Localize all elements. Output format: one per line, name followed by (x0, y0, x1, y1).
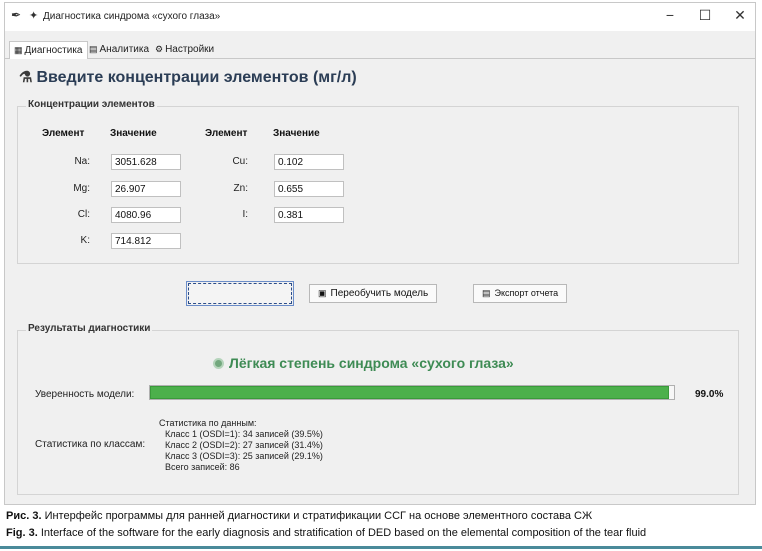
label-zn: Zn: (233, 183, 248, 194)
gear-icon: ⚙ (155, 44, 164, 54)
figure-caption-en: Fig. 3. Interface of the software for th… (6, 527, 646, 539)
grid-icon: ▦ (14, 45, 23, 55)
caption-ru-text: Интерфейс программы для ранней диагности… (41, 510, 593, 522)
caption-ru-prefix: Рис. 3. (6, 510, 42, 522)
confidence-value: 99.0% (695, 389, 724, 400)
tab-label: Настройки (165, 44, 215, 55)
page-title-text: Введите концентрации элементов (мг/л) (36, 69, 357, 86)
status-dot-icon (213, 358, 224, 369)
label-cu: Cu: (232, 156, 248, 167)
caption-en-text: Interface of the software for the early … (37, 527, 647, 539)
page-title: ⚗ Введите концентрации элементов (мг/л) (19, 68, 357, 87)
class-stats-text: Статистика по данным: Класс 1 (OSDI=1): … (159, 418, 323, 473)
k-input[interactable] (111, 233, 181, 249)
column-header-value-2: Значение (273, 128, 320, 139)
minimize-button[interactable]: − (660, 7, 680, 23)
export-report-button[interactable]: ▤ Экспорт отчета (473, 284, 568, 303)
chart-icon: ▤ (89, 44, 98, 54)
diagnostics-panel: ⚗ Введите концентрации элементов (мг/л) К… (5, 59, 755, 504)
maximize-button[interactable]: ☐ (695, 7, 715, 24)
tab-label: Диагностика (24, 45, 83, 56)
cu-input[interactable] (274, 154, 344, 170)
sparkle-icon: ✦ (29, 10, 39, 22)
stats-header: Статистика по данным: (159, 418, 257, 428)
flask-icon: ⚗ (19, 69, 33, 86)
export-icon: ▤ (482, 288, 491, 298)
export-label: Экспорт отчета (494, 288, 559, 298)
label-k: K: (80, 235, 90, 246)
na-input[interactable] (111, 154, 181, 170)
tab-diagnostics[interactable]: ▦ Диагностика (9, 41, 88, 60)
close-button[interactable]: ✕ (730, 7, 750, 24)
diagnosis-result: Лёгкая степень синдрома «сухого глаза» (213, 355, 514, 371)
stats-line: Класс 1 (OSDI=1): 34 записей (39.5%) (165, 429, 323, 439)
diagnosis-text: Лёгкая степень синдрома «сухого глаза» (229, 355, 514, 371)
class-stats-label: Статистика по классам: (35, 439, 146, 450)
confidence-progress-bar (149, 385, 675, 400)
retrain-model-button[interactable]: ▣ Переобучить модель (309, 284, 438, 303)
stats-line: Класс 3 (OSDI=3): 25 записей (29.1%) (165, 451, 323, 461)
label-i: I: (242, 209, 248, 220)
title-bar: ✒ ✦ Диагностика синдрома «сухого глаза» … (5, 3, 755, 31)
stats-line: Класс 2 (OSDI=2): 27 записей (31.4%) (165, 440, 323, 450)
label-na: Na: (74, 156, 90, 167)
concentrations-group-title: Концентрации элементов (26, 99, 157, 110)
diagnose-button[interactable] (186, 281, 294, 306)
column-header-element-2: Элемент (205, 128, 248, 139)
concentrations-group: Концентрации элементов Элемент Значение … (17, 99, 739, 264)
zn-input[interactable] (274, 181, 344, 197)
confidence-progress-fill (150, 386, 669, 399)
tab-label: Аналитика (99, 44, 150, 55)
app-window: ✒ ✦ Диагностика синдрома «сухого глаза» … (4, 2, 756, 505)
column-header-element: Элемент (42, 128, 85, 139)
i-input[interactable] (274, 207, 344, 223)
tab-settings[interactable]: ⚙ Настройки (151, 41, 218, 59)
results-group-title: Результаты диагностики (26, 323, 153, 334)
confidence-label: Уверенность модели: (35, 389, 135, 400)
retrain-icon: ▣ (318, 288, 327, 298)
label-mg: Mg: (73, 183, 90, 194)
retrain-label: Переобучить модель (330, 288, 429, 299)
tab-analytics[interactable]: ▤ Аналитика (85, 41, 153, 59)
stats-total: Всего записей: 86 (165, 462, 240, 472)
label-cl: Cl: (77, 209, 90, 220)
tab-bar: ▦ Диагностика ▤ Аналитика ⚙ Настройки (5, 41, 755, 60)
mg-input[interactable] (111, 181, 181, 197)
feather-icon: ✒ (11, 8, 22, 22)
bottom-divider (0, 546, 762, 549)
window-title: Диагностика синдрома «сухого глаза» (43, 11, 221, 22)
cl-input[interactable] (111, 207, 181, 223)
figure-caption-ru: Рис. 3. Интерфейс программы для ранней д… (6, 510, 592, 522)
column-header-value: Значение (110, 128, 157, 139)
caption-en-prefix: Fig. 3. (6, 527, 38, 539)
